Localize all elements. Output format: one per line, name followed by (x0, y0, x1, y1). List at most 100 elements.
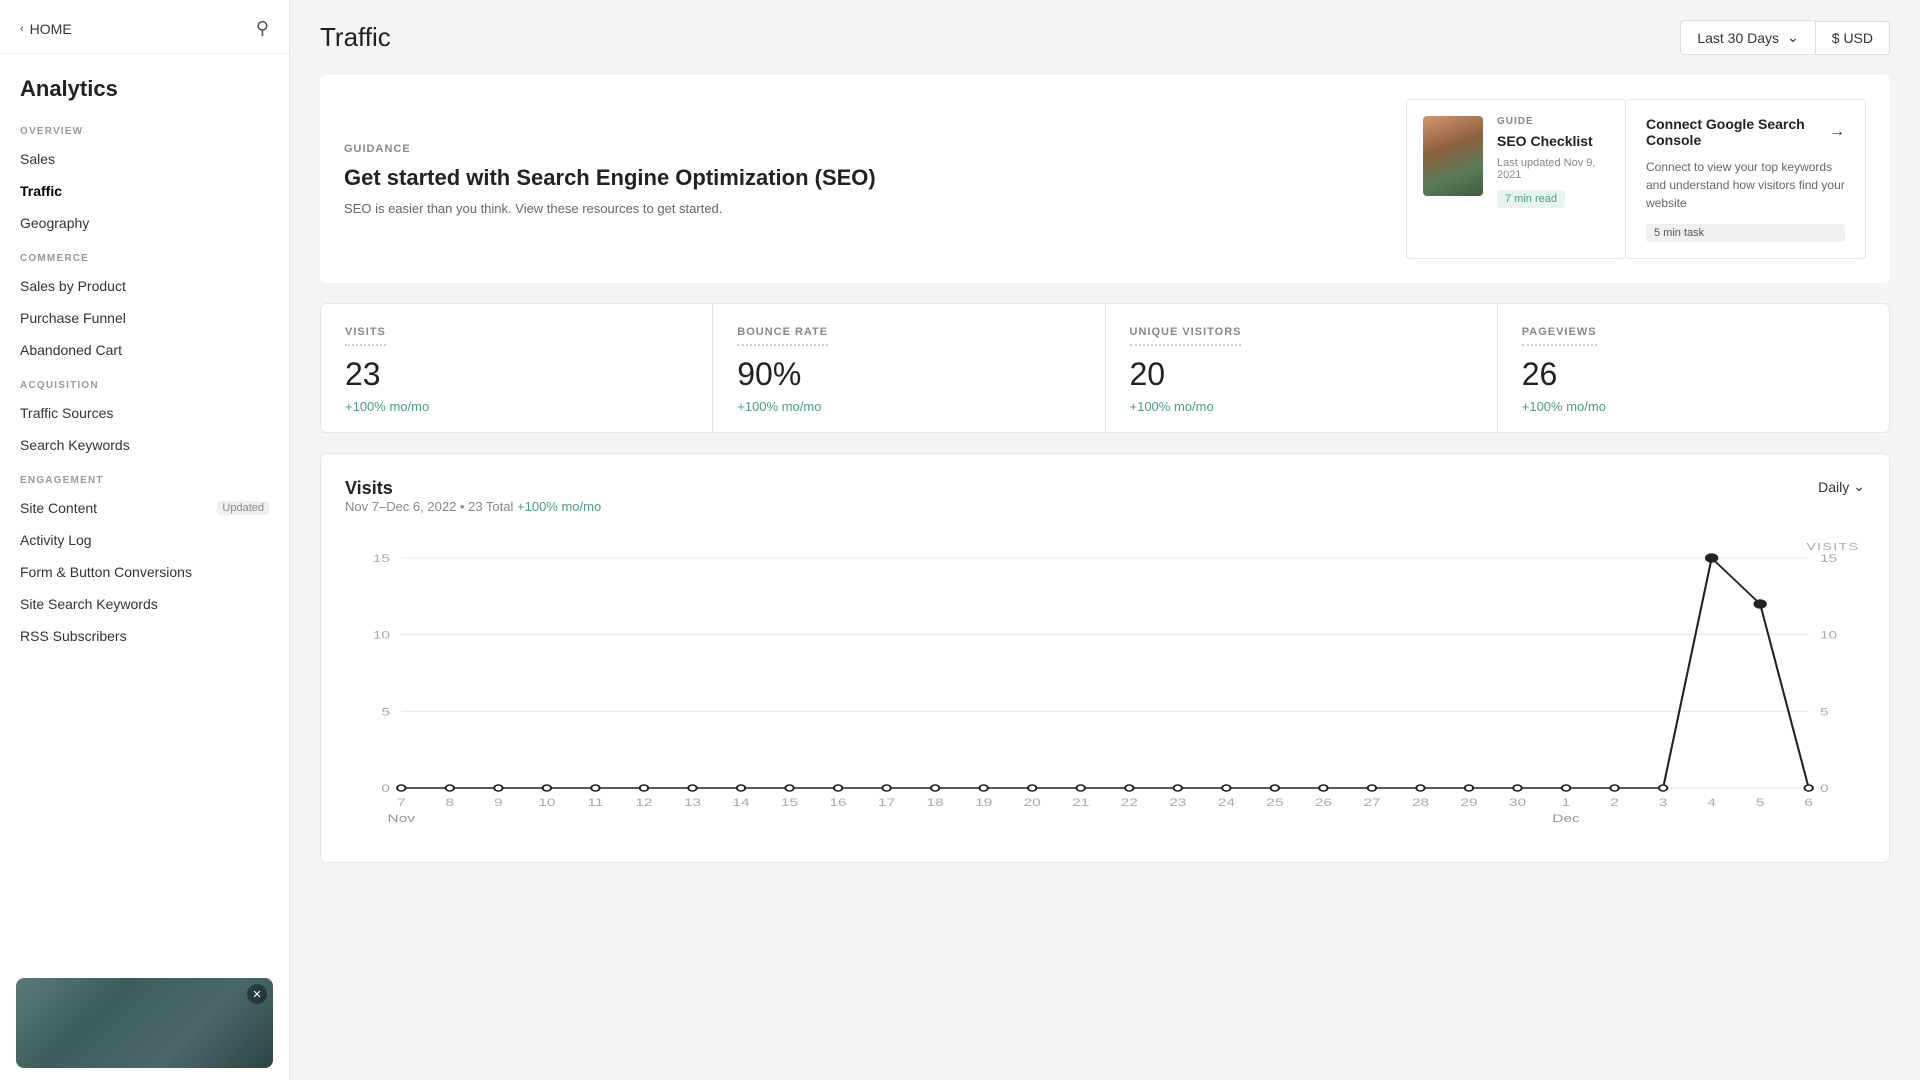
date-range-label: Last 30 Days (1697, 30, 1779, 46)
stat-change: +100% mo/mo (345, 399, 688, 414)
frequency-button[interactable]: Daily ⌄ (1818, 478, 1865, 495)
svg-text:12: 12 (635, 796, 652, 808)
stat-value: 23 (345, 356, 688, 393)
svg-text:8: 8 (446, 796, 455, 808)
chart-title-group: Visits Nov 7–Dec 6, 2022 • 23 Total +100… (345, 478, 601, 534)
svg-text:16: 16 (829, 796, 846, 808)
guide-tag: GUIDE (1497, 116, 1609, 127)
stat-value: 20 (1130, 356, 1473, 393)
svg-text:13: 13 (684, 796, 701, 808)
svg-text:Dec: Dec (1552, 812, 1580, 824)
svg-text:3: 3 (1659, 796, 1668, 808)
sidebar-item-label: Activity Log (20, 532, 92, 548)
search-icon[interactable]: ⚲ (256, 18, 269, 39)
chart-bullet: • (460, 499, 468, 514)
sidebar-item-label: Sales (20, 151, 55, 167)
svg-text:28: 28 (1412, 796, 1429, 808)
sidebar-item-sales-by-product[interactable]: Sales by Product (0, 270, 289, 302)
sidebar-item-label: RSS Subscribers (20, 628, 127, 644)
sidebar-item-traffic-sources[interactable]: Traffic Sources (0, 397, 289, 429)
currency-label: $ USD (1832, 30, 1873, 46)
sidebar-item-label: Form & Button Conversions (20, 564, 192, 580)
stat-change: +100% mo/mo (1522, 399, 1865, 414)
date-range-button[interactable]: Last 30 Days ⌄ (1680, 20, 1815, 55)
promo-close-button[interactable]: ✕ (247, 984, 267, 1004)
sidebar-item-label: Abandoned Cart (20, 342, 122, 358)
guide-image (1423, 116, 1483, 196)
sidebar-item-traffic[interactable]: Traffic (0, 175, 289, 207)
sidebar-section-label: OVERVIEW (0, 112, 289, 143)
svg-text:29: 29 (1460, 796, 1477, 808)
sidebar-item-abandoned-cart[interactable]: Abandoned Cart (0, 334, 289, 366)
stat-label: UNIQUE VISITORS (1130, 326, 1242, 346)
svg-text:0: 0 (1820, 782, 1829, 794)
header-controls: Last 30 Days ⌄ $ USD (1680, 20, 1890, 55)
sidebar-item-label: Purchase Funnel (20, 310, 126, 326)
sidebar-item-activity-log[interactable]: Activity Log (0, 524, 289, 556)
currency-button[interactable]: $ USD (1816, 21, 1890, 55)
guide-date: Last updated Nov 9, 2021 (1497, 157, 1609, 181)
stat-label: VISITS (345, 326, 386, 346)
sidebar-item-site-search-keywords[interactable]: Site Search Keywords (0, 588, 289, 620)
connect-card[interactable]: Connect Google Search Console → Connect … (1626, 99, 1866, 259)
svg-text:24: 24 (1218, 796, 1236, 808)
stat-label: BOUNCE RATE (737, 326, 828, 346)
connect-card-header: Connect Google Search Console → (1646, 116, 1845, 148)
frequency-chevron-icon: ⌄ (1853, 478, 1865, 495)
svg-text:15: 15 (373, 552, 390, 564)
stat-card-pageviews: PAGEVIEWS 26 +100% mo/mo (1498, 304, 1889, 432)
stat-change: +100% mo/mo (737, 399, 1080, 414)
sidebar-item-label: Traffic Sources (20, 405, 113, 421)
svg-text:15: 15 (781, 796, 798, 808)
chart-subtitle: Nov 7–Dec 6, 2022 • 23 Total +100% mo/mo (345, 499, 601, 514)
sidebar-item-rss-subscribers[interactable]: RSS Subscribers (0, 620, 289, 652)
sidebar-item-geography[interactable]: Geography (0, 207, 289, 239)
stat-value: 26 (1522, 356, 1865, 393)
chart-title: Visits (345, 478, 601, 499)
sidebar-item-purchase-funnel[interactable]: Purchase Funnel (0, 302, 289, 334)
stat-label: PAGEVIEWS (1522, 326, 1597, 346)
svg-text:6: 6 (1804, 796, 1813, 808)
guidance-description: SEO is easier than you think. View these… (344, 201, 1386, 216)
seo-checklist-card[interactable]: GUIDE SEO Checklist Last updated Nov 9, … (1406, 99, 1626, 259)
svg-text:VISITS: VISITS (1806, 541, 1859, 552)
connect-badge: 5 min task (1646, 224, 1845, 242)
svg-text:7: 7 (397, 796, 406, 808)
sidebar-item-label: Geography (20, 215, 89, 231)
sidebar-promo: ✕ (16, 978, 273, 1068)
sidebar-section-label: ACQUISITION (0, 366, 289, 397)
home-link[interactable]: ‹ HOME (20, 21, 72, 37)
svg-text:10: 10 (373, 629, 390, 641)
analytics-title: Analytics (0, 54, 289, 112)
date-range-chevron-icon: ⌄ (1787, 29, 1799, 46)
svg-text:11: 11 (587, 796, 603, 808)
sidebar-item-sales[interactable]: Sales (0, 143, 289, 175)
svg-text:30: 30 (1509, 796, 1526, 808)
svg-text:23: 23 (1169, 796, 1186, 808)
svg-text:15: 15 (1820, 552, 1837, 564)
chart-change: +100% mo/mo (517, 499, 601, 514)
sidebar-section-label: ENGAGEMENT (0, 461, 289, 492)
back-chevron-icon: ‹ (20, 23, 24, 35)
sidebar-item-search-keywords[interactable]: Search Keywords (0, 429, 289, 461)
stat-card-unique-visitors: UNIQUE VISITORS 20 +100% mo/mo (1106, 304, 1498, 432)
guide-info: GUIDE SEO Checklist Last updated Nov 9, … (1497, 116, 1609, 208)
sidebar-item-form-conversions[interactable]: Form & Button Conversions (0, 556, 289, 588)
svg-text:18: 18 (927, 796, 944, 808)
chart-header: Visits Nov 7–Dec 6, 2022 • 23 Total +100… (345, 478, 1865, 534)
svg-text:0: 0 (381, 782, 390, 794)
sidebar-item-label: Site Content (20, 500, 97, 516)
home-label: HOME (30, 21, 72, 37)
guide-badge: 7 min read (1497, 190, 1565, 208)
svg-text:19: 19 (975, 796, 992, 808)
svg-text:Nov: Nov (388, 812, 416, 824)
stat-card-visits: VISITS 23 +100% mo/mo (321, 304, 713, 432)
svg-text:17: 17 (878, 796, 895, 808)
svg-text:10: 10 (538, 796, 555, 808)
svg-text:25: 25 (1266, 796, 1283, 808)
svg-text:9: 9 (494, 796, 503, 808)
svg-text:21: 21 (1072, 796, 1089, 808)
page-header: Traffic Last 30 Days ⌄ $ USD (290, 0, 1920, 75)
sidebar: ‹ HOME ⚲ Analytics OVERVIEW Sales Traffic G… (0, 0, 290, 1080)
sidebar-item-site-content[interactable]: Site ContentUpdated (0, 492, 289, 524)
